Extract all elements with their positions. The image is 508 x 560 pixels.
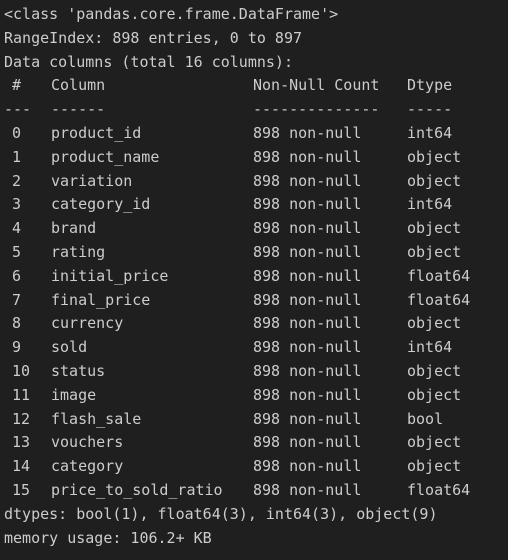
row-dtype: object [407,433,462,452]
table-row: 0 product_id 898 non-null int64 [4,122,508,146]
table-row: 1 product_name 898 non-null object [4,146,508,170]
row-column: flash_sale [51,409,142,428]
row-dtype: object [407,242,462,261]
separator-column: ------ [51,100,106,119]
row-index: 2 [12,171,22,190]
row-dtype: object [407,457,462,476]
row-index: 14 [12,457,31,476]
row-column: category_id [51,195,151,214]
header-non-null: Non-Null Count [253,76,380,95]
row-index: 10 [12,361,31,380]
row-dtype: int64 [407,338,453,357]
row-non-null: 898 non-null [253,123,362,142]
table-row: 13 vouchers 898 non-null object [4,431,508,455]
row-column: vouchers [51,433,124,452]
table-row: 4 brand 898 non-null object [4,217,508,241]
row-column: variation [51,171,133,190]
row-non-null: 898 non-null [253,480,362,499]
row-index: 12 [12,409,31,428]
row-index: 0 [12,123,22,142]
table-row: 7 final_price 898 non-null float64 [4,289,508,313]
table-row: 9 sold 898 non-null int64 [4,336,508,360]
row-non-null: 898 non-null [253,290,362,309]
dataframe-info-output: <class 'pandas.core.frame.DataFrame'> Ra… [0,0,508,560]
row-dtype: int64 [407,123,453,142]
class-line: <class 'pandas.core.frame.DataFrame'> [4,5,339,23]
memory-usage-line: memory usage: 106.2+ KB [4,528,212,547]
row-non-null: 898 non-null [253,314,362,333]
row-column: currency [51,314,124,333]
header-index: # [12,76,22,95]
row-dtype: object [407,361,462,380]
row-column: image [51,385,97,404]
row-column: price_to_sold_ratio [51,480,223,499]
row-column: initial_price [51,266,169,285]
row-non-null: 898 non-null [253,385,362,404]
row-index: 8 [12,314,22,333]
row-column: rating [51,242,106,261]
data-columns-line: Data columns (total 16 columns): [4,52,293,71]
row-dtype: object [407,385,462,404]
row-index: 4 [12,219,22,238]
separator-non-null: -------------- [253,100,380,119]
dtypes-line: dtypes: bool(1), float64(3), int64(3), o… [4,504,438,523]
row-non-null: 898 non-null [253,147,362,166]
row-dtype: bool [407,409,444,428]
range-index-line: RangeIndex: 898 entries, 0 to 897 [4,28,303,47]
table-separator: --- ------ -------------- ----- [4,98,508,122]
separator-index: --- [4,100,32,119]
row-dtype: object [407,171,462,190]
row-column: brand [51,219,97,238]
table-row: 3 category_id 898 non-null int64 [4,193,508,217]
row-non-null: 898 non-null [253,433,362,452]
table-row: 6 initial_price 898 non-null float64 [4,265,508,289]
row-index: 7 [12,290,22,309]
row-non-null: 898 non-null [253,361,362,380]
row-non-null: 898 non-null [253,242,362,261]
row-index: 3 [12,195,22,214]
separator-dtype: ----- [407,100,453,119]
table-row: 5 rating 898 non-null object [4,241,508,265]
row-non-null: 898 non-null [253,409,362,428]
row-non-null: 898 non-null [253,171,362,190]
row-index: 6 [12,266,22,285]
table-header: # Column Non-Null Count Dtype [4,74,508,98]
row-index: 5 [12,242,22,261]
table-row: 2 variation 898 non-null object [4,170,508,194]
row-column: product_name [51,147,160,166]
row-non-null: 898 non-null [253,266,362,285]
table-row: 12 flash_sale 898 non-null bool [4,408,508,432]
row-dtype: int64 [407,195,453,214]
row-dtype: float64 [407,290,471,309]
table-rows: 0 product_id 898 non-null int64 1 product_na… [4,122,508,503]
row-column: status [51,361,106,380]
row-column: final_price [51,290,151,309]
row-non-null: 898 non-null [253,338,362,357]
row-non-null: 898 non-null [253,195,362,214]
row-non-null: 898 non-null [253,457,362,476]
row-dtype: float64 [407,266,471,285]
row-column: product_id [51,123,142,142]
row-column: category [51,457,124,476]
row-index: 13 [12,433,31,452]
row-dtype: object [407,147,462,166]
row-non-null: 898 non-null [253,219,362,238]
table-row: 15 price_to_sold_ratio 898 non-null float64 [4,479,508,503]
table-row: 11 image 898 non-null object [4,384,508,408]
header-column: Column [51,76,106,95]
row-dtype: object [407,314,462,333]
row-dtype: object [407,219,462,238]
row-index: 11 [12,385,31,404]
row-index: 1 [12,147,22,166]
row-index: 9 [12,338,22,357]
table-row: 10 status 898 non-null object [4,360,508,384]
header-dtype: Dtype [407,76,453,95]
table-row: 8 currency 898 non-null object [4,312,508,336]
table-row: 14 category 898 non-null object [4,455,508,479]
row-column: sold [51,338,88,357]
row-dtype: float64 [407,480,471,499]
row-index: 15 [12,480,31,499]
